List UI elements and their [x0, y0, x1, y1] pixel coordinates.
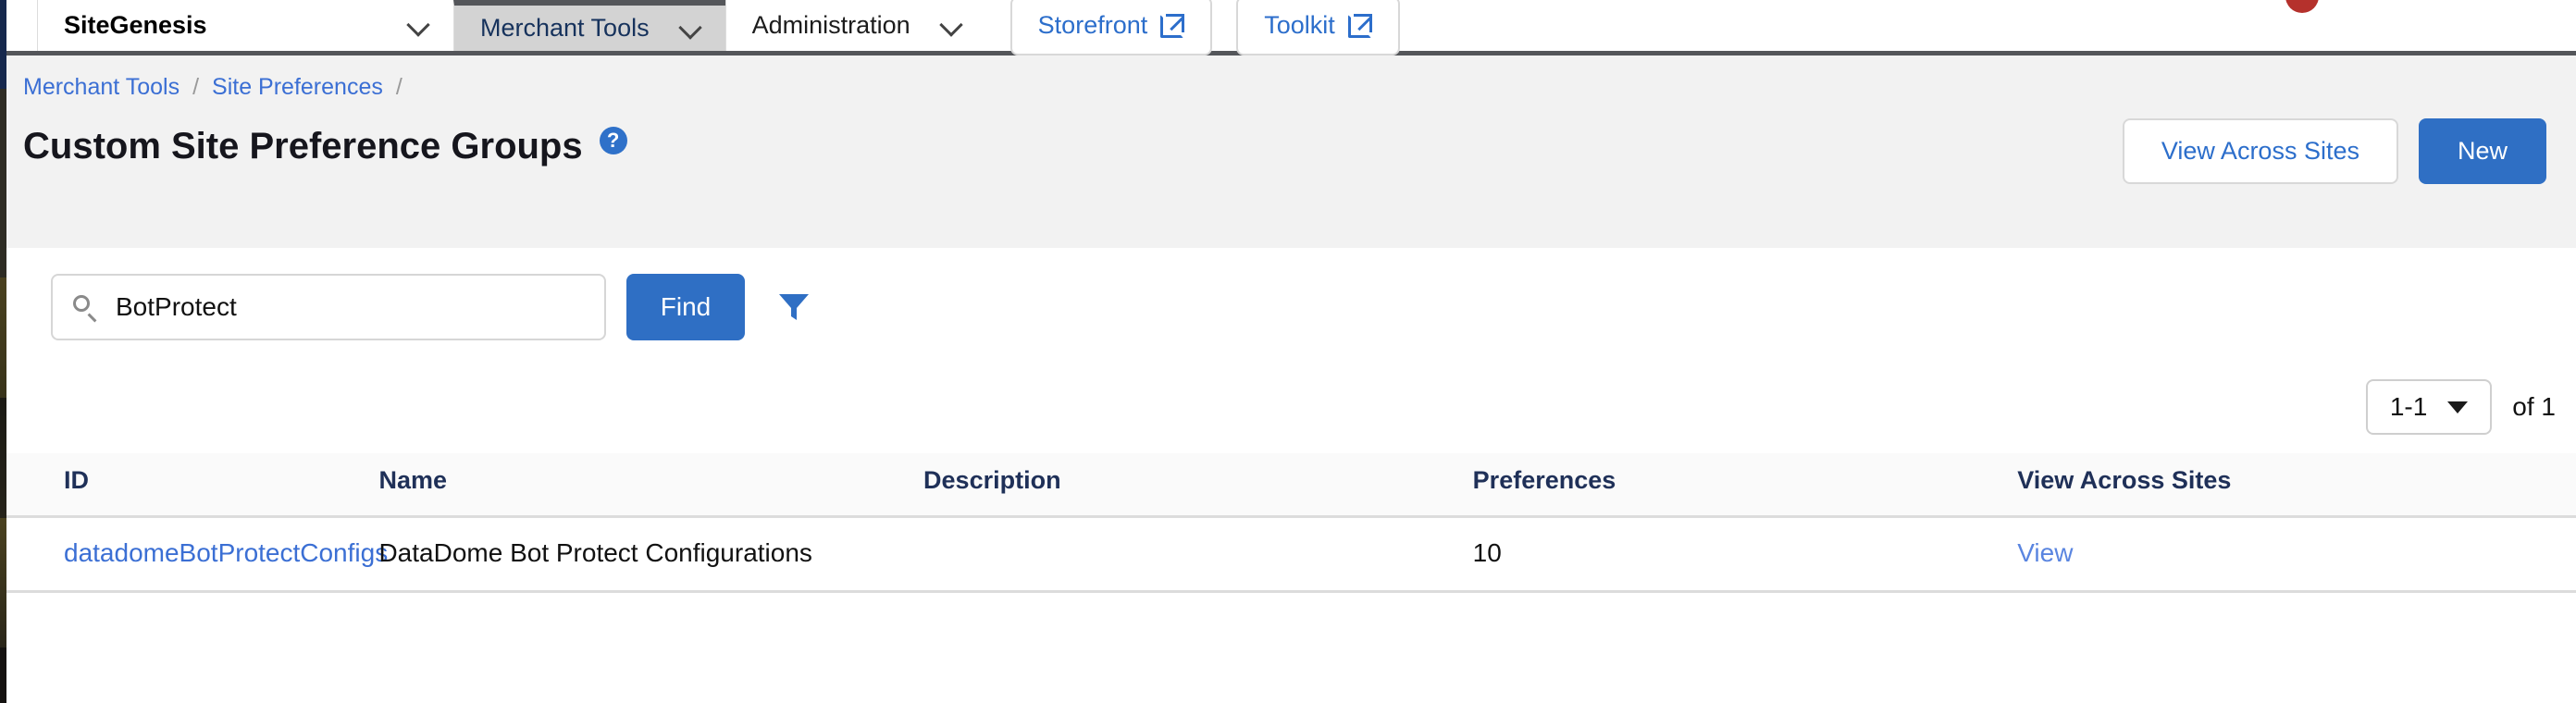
results-table: ID Name Description Preferences View Acr…: [6, 453, 2576, 593]
table-head: ID Name Description Preferences View Acr…: [6, 453, 2576, 518]
cell-description: [923, 516, 1473, 593]
nav-item-administration[interactable]: Administration: [724, 0, 986, 51]
column-header-view-across-sites[interactable]: View Across Sites: [2017, 453, 2576, 518]
table-body: datadomeBotProtectConfigs DataDome Bot P…: [6, 516, 2576, 593]
column-header-description[interactable]: Description: [923, 453, 1473, 518]
page-title: Custom Site Preference Groups: [23, 126, 583, 166]
app-screen: SiteGenesis Merchant Tools Administratio…: [0, 0, 2576, 703]
page-range-label: 1-1: [2389, 392, 2428, 421]
results-table-container: ID Name Description Preferences View Acr…: [6, 453, 2576, 593]
pagination-controls: 1-1 of 1: [2365, 379, 2576, 435]
cell-preferences: 10: [1472, 516, 2018, 593]
search-toolbar: Find: [6, 274, 810, 340]
page-header-band: Merchant Tools / Site Preferences / Cust…: [6, 56, 2576, 248]
site-selector-label: SiteGenesis: [64, 11, 207, 39]
column-header-name[interactable]: Name: [378, 453, 924, 518]
view-across-sites-button[interactable]: View Across Sites: [2122, 118, 2398, 184]
search-field-wrapper: [51, 274, 606, 340]
toolkit-button-label: Toolkit: [1264, 11, 1335, 39]
filter-funnel-icon[interactable]: [778, 292, 810, 322]
view-link[interactable]: View: [2017, 538, 2073, 567]
storefront-button-label: Storefront: [1037, 11, 1148, 39]
chevron-down-icon: [942, 17, 960, 35]
nav-item-label: Merchant Tools: [480, 14, 650, 42]
column-header-preferences[interactable]: Preferences: [1472, 453, 2018, 518]
page-title-row: Custom Site Preference Groups ? View Acr…: [23, 118, 2546, 184]
cell-id: datadomeBotProtectConfigs: [6, 516, 388, 593]
breadcrumb-item-merchant-tools[interactable]: Merchant Tools: [23, 74, 180, 101]
collapsed-sidebar-sliver: [0, 0, 6, 703]
external-link-icon: [1347, 13, 1372, 38]
header-actions: View Across Sites New: [2122, 118, 2546, 184]
nav-item-label: Administration: [751, 11, 910, 39]
cell-name: DataDome Bot Protect Configurations: [378, 516, 924, 593]
search-input[interactable]: [51, 274, 606, 340]
new-button[interactable]: New: [2418, 118, 2546, 184]
toolkit-button[interactable]: Toolkit: [1236, 0, 1400, 56]
page-range-select[interactable]: 1-1: [2365, 379, 2493, 435]
external-link-icon: [1160, 13, 1185, 38]
top-navigation-bar: SiteGenesis Merchant Tools Administratio…: [6, 0, 2576, 56]
breadcrumb-separator: /: [192, 74, 200, 100]
chevron-down-icon: [409, 17, 427, 35]
breadcrumb-separator: /: [395, 74, 402, 100]
storefront-button[interactable]: Storefront: [1009, 0, 1213, 56]
find-button[interactable]: Find: [626, 274, 745, 340]
chevron-down-icon: [2447, 401, 2469, 413]
column-header-id[interactable]: ID: [6, 453, 379, 518]
chevron-down-icon: [681, 19, 700, 38]
help-circle-icon[interactable]: ?: [599, 126, 627, 154]
breadcrumb-item-site-preferences[interactable]: Site Preferences: [212, 74, 383, 101]
breadcrumb: Merchant Tools / Site Preferences /: [23, 74, 415, 101]
table-row: datadomeBotProtectConfigs DataDome Bot P…: [6, 516, 2576, 593]
page-total-label: of 1: [2512, 392, 2556, 421]
site-selector[interactable]: SiteGenesis: [37, 0, 453, 51]
table-header-row: ID Name Description Preferences View Acr…: [6, 453, 2576, 518]
nav-item-merchant-tools[interactable]: Merchant Tools: [453, 0, 725, 51]
preference-group-link[interactable]: datadomeBotProtectConfigs: [64, 538, 388, 567]
cell-view-across-sites: View: [2017, 516, 2576, 593]
